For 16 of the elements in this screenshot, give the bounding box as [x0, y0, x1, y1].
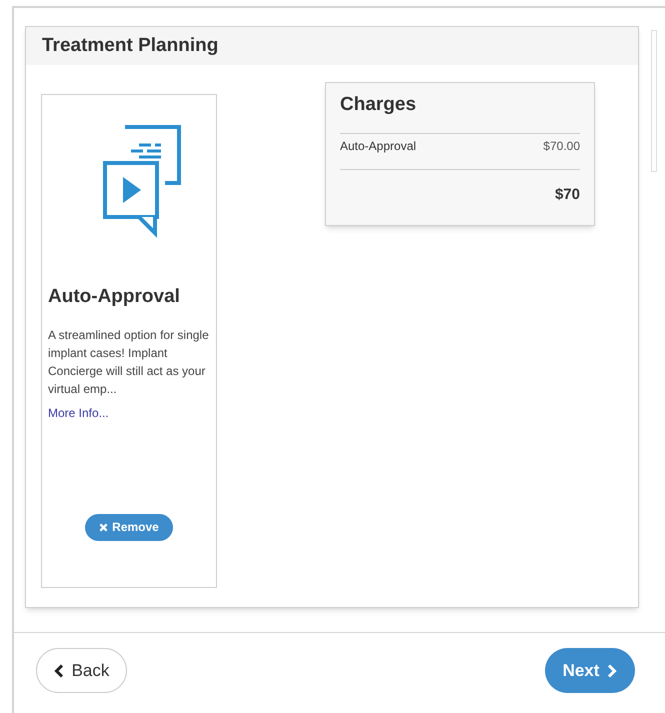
back-button[interactable]: Back	[36, 648, 127, 693]
product-title: Auto-Approval	[48, 285, 181, 309]
chevron-left-icon	[54, 664, 64, 678]
charge-label: Auto-Approval	[340, 138, 416, 154]
panel-title: Treatment Planning	[42, 34, 218, 58]
remove-button[interactable]: Remove	[85, 514, 173, 540]
scrollbar[interactable]	[651, 30, 657, 172]
product-description: A streamlined option for single implant cases! Implant Concierge will still act as your virtual emp...	[48, 326, 210, 398]
chevron-right-icon	[607, 664, 618, 678]
charges-title: Charges	[340, 93, 418, 117]
video-chat-icon	[103, 125, 183, 239]
total-amount: $70	[554, 184, 580, 204]
charge-amount: $70.00	[543, 138, 580, 154]
next-button[interactable]: Next	[545, 648, 635, 693]
close-icon	[99, 522, 108, 532]
more-info-link[interactable]: More Info...	[48, 404, 210, 422]
